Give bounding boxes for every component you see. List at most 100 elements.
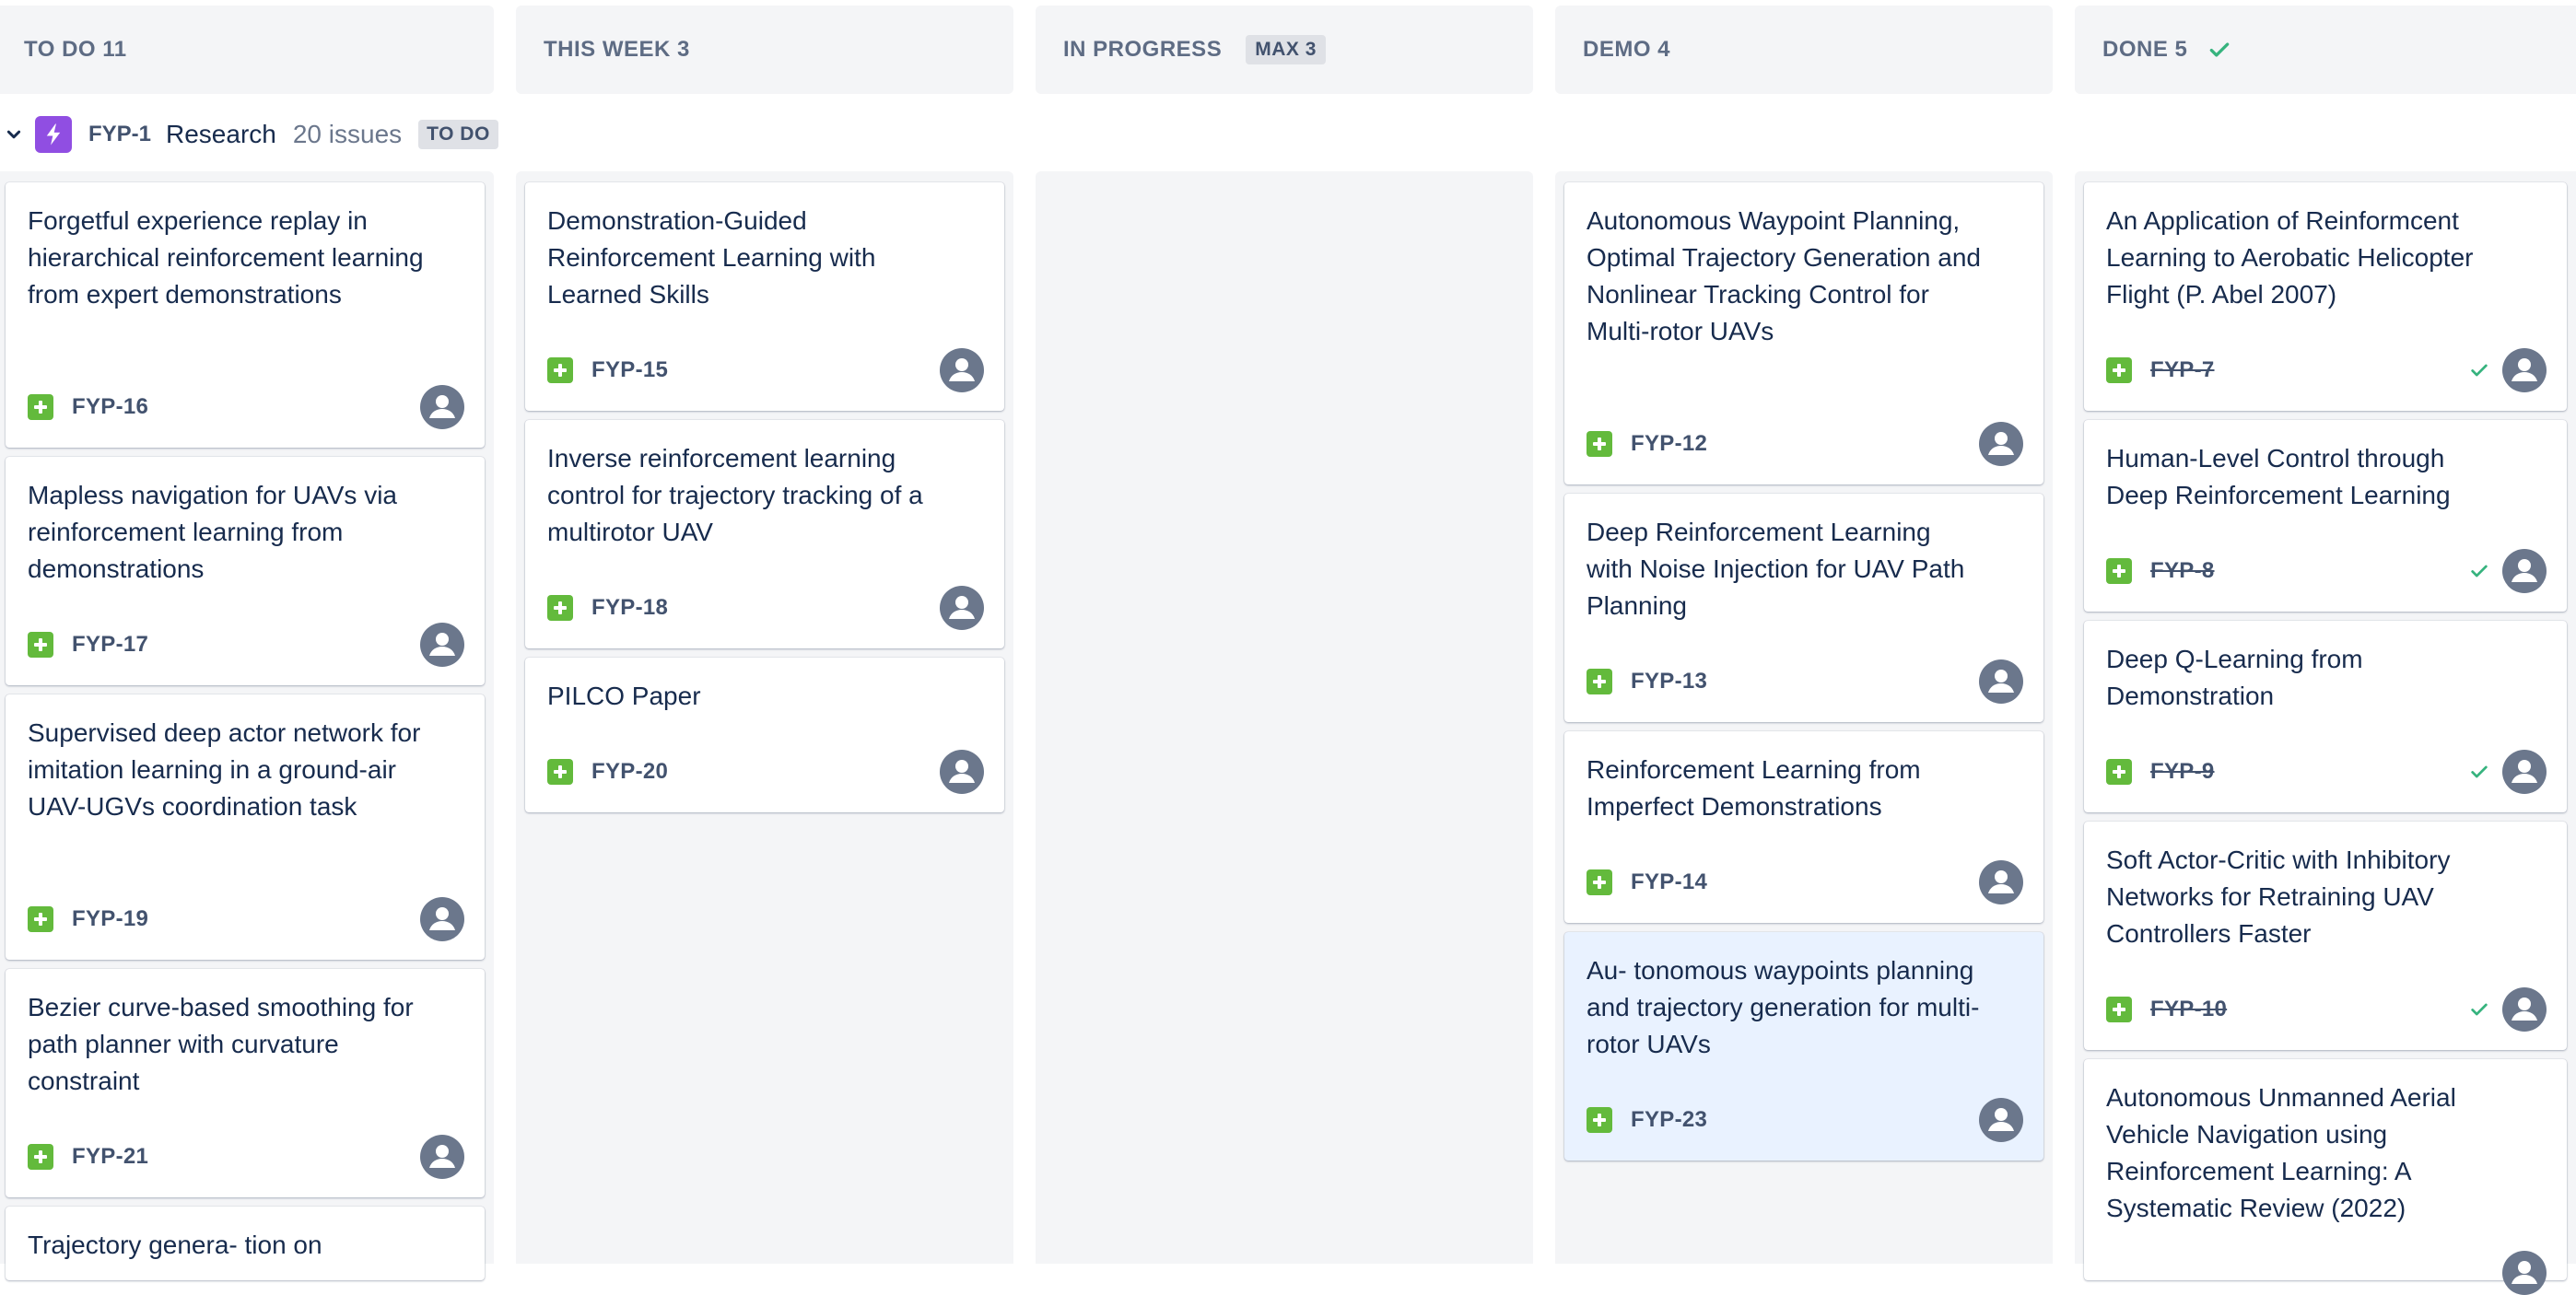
avatar-icon[interactable] [1979,860,2023,904]
issue-key: FYP-12 [1631,431,1708,456]
epic-name: Research [166,120,276,148]
card-title: Trajectory genera- tion on [28,1231,322,1259]
avatar-icon[interactable] [1979,659,2023,704]
issue-card[interactable]: Reinforcement Learning from Imperfect De… [1564,731,2043,923]
column-body-in-progress[interactable] [1036,171,1533,1264]
avatar-icon[interactable] [1979,422,2023,466]
issue-key: FYP-20 [591,759,669,784]
issue-key: FYP-21 [72,1144,149,1169]
issue-card[interactable]: PILCO Paper FYP-20 [525,658,1004,812]
story-plus-icon [1587,1107,1612,1133]
avatar-icon[interactable] [420,1135,464,1179]
card-title: Bezier curve-based smoothing for path pl… [28,993,414,1095]
column-header-this-week[interactable]: THIS WEEK 3 [544,6,690,94]
issue-key: FYP-8 [2150,558,2215,583]
epic-key[interactable]: FYP-1 [88,122,151,147]
issue-key: FYP-9 [2150,759,2215,784]
column-title: TO DO 11 [24,37,127,62]
issue-key: FYP-7 [2150,357,2215,382]
avatar-icon[interactable] [2502,1251,2547,1295]
issue-card[interactable]: Autonomous Waypoint Planning, Optimal Tr… [1564,182,2043,484]
chevron-down-icon[interactable] [6,126,22,143]
issue-card[interactable]: Forgetful experience replay in hierarchi… [6,182,485,448]
card-title: Deep Q-Learning from Demonstration [2106,645,2363,710]
story-plus-icon [547,595,573,621]
column-title: THIS WEEK 3 [544,37,690,62]
check-icon [2471,765,2488,778]
check-icon [2471,565,2488,578]
column-header-done[interactable]: DONE 5 [2102,6,2231,94]
issue-card[interactable]: Human-Level Control through Deep Reinfor… [2084,420,2567,612]
column-header-in-progress[interactable]: IN PROGRESS MAX 3 [1063,6,1326,94]
story-plus-icon [28,632,53,658]
avatar-icon[interactable] [2502,549,2547,593]
issue-key: FYP-23 [1631,1107,1708,1132]
column-title: DONE 5 [2102,37,2188,62]
avatar-icon[interactable] [2502,987,2547,1032]
card-title: An Application of Reinformcent Learning … [2106,206,2474,309]
issue-key: FYP-19 [72,906,149,931]
issue-card[interactable]: Deep Reinforcement Learning with Noise I… [1564,494,2043,722]
story-plus-icon [2106,558,2132,584]
issue-card[interactable]: Inverse reinforcement learning control f… [525,420,1004,648]
avatar-icon[interactable] [940,586,984,630]
avatar-icon[interactable] [420,623,464,667]
lightning-icon [35,116,72,153]
story-plus-icon [28,1144,53,1170]
card-title: Reinforcement Learning from Imperfect De… [1587,755,1921,821]
column-header-demo[interactable]: DEMO 4 [1583,6,1670,94]
avatar-icon[interactable] [420,897,464,941]
issue-card[interactable]: Trajectory genera- tion on [6,1207,485,1280]
issue-card-selected[interactable]: Au- tonomous waypoints planning and traj… [1564,932,2043,1161]
issue-card[interactable]: Mapless navigation for UAVs via reinforc… [6,457,485,685]
story-plus-icon [1587,669,1612,694]
check-icon [2471,364,2488,377]
issue-card[interactable]: Deep Q-Learning from Demonstration FYP-9 [2084,621,2567,812]
column-header-todo[interactable]: TO DO 11 [24,6,127,94]
avatar-icon[interactable] [2502,750,2547,794]
issue-key: FYP-14 [1631,869,1708,894]
card-title: Forgetful experience replay in hierarchi… [28,206,424,309]
card-title: Demonstration-Guided Reinforcement Learn… [547,206,876,309]
issue-key: FYP-18 [591,595,669,620]
story-plus-icon [1587,431,1612,457]
check-icon [2471,1003,2488,1016]
story-plus-icon [28,394,53,420]
column-title: IN PROGRESS [1063,37,1223,62]
avatar-icon[interactable] [420,385,464,429]
issue-key: FYP-15 [591,357,669,382]
column-title: DEMO 4 [1583,37,1671,62]
issue-key: FYP-17 [72,632,149,657]
issue-key: FYP-13 [1631,669,1708,694]
card-title: Au- tonomous waypoints planning and traj… [1587,956,1980,1058]
issue-card[interactable]: Soft Actor-Critic with Inhibitory Networ… [2084,822,2567,1050]
wip-limit-badge: MAX 3 [1246,35,1326,64]
card-title: Autonomous Unmanned Aerial Vehicle Navig… [2106,1083,2456,1222]
card-title: Inverse reinforcement learning control f… [547,444,923,546]
card-title: Autonomous Waypoint Planning, Optimal Tr… [1587,206,1981,345]
epic-swimlane-header[interactable]: FYP-1 Research 20 issues TO DO [0,111,498,158]
check-icon [2210,42,2230,57]
story-plus-icon [28,906,53,932]
story-plus-icon [2106,759,2132,785]
epic-issue-count: 20 issues [292,120,403,148]
issue-card[interactable]: An Application of Reinformcent Learning … [2084,182,2567,411]
epic-status-badge: TO DO [418,120,498,149]
story-plus-icon [547,759,573,785]
issue-card[interactable]: Demonstration-Guided Reinforcement Learn… [525,182,1004,411]
avatar-icon[interactable] [940,750,984,794]
card-title: Supervised deep actor network for imitat… [28,718,421,821]
card-title: Human-Level Control through Deep Reinfor… [2106,444,2451,509]
avatar-icon[interactable] [940,348,984,392]
avatar-icon[interactable] [1979,1098,2023,1142]
issue-card[interactable]: Autonomous Unmanned Aerial Vehicle Navig… [2084,1059,2567,1295]
issue-card[interactable]: Bezier curve-based smoothing for path pl… [6,969,485,1197]
issue-card[interactable]: Supervised deep actor network for imitat… [6,694,485,960]
avatar-icon[interactable] [2502,348,2547,392]
card-title: PILCO Paper [547,682,701,710]
story-plus-icon [2106,997,2132,1022]
story-plus-icon [547,357,573,383]
issue-key: FYP-10 [2150,997,2228,1021]
story-plus-icon [2106,357,2132,383]
card-title: Deep Reinforcement Learning with Noise I… [1587,518,1965,620]
